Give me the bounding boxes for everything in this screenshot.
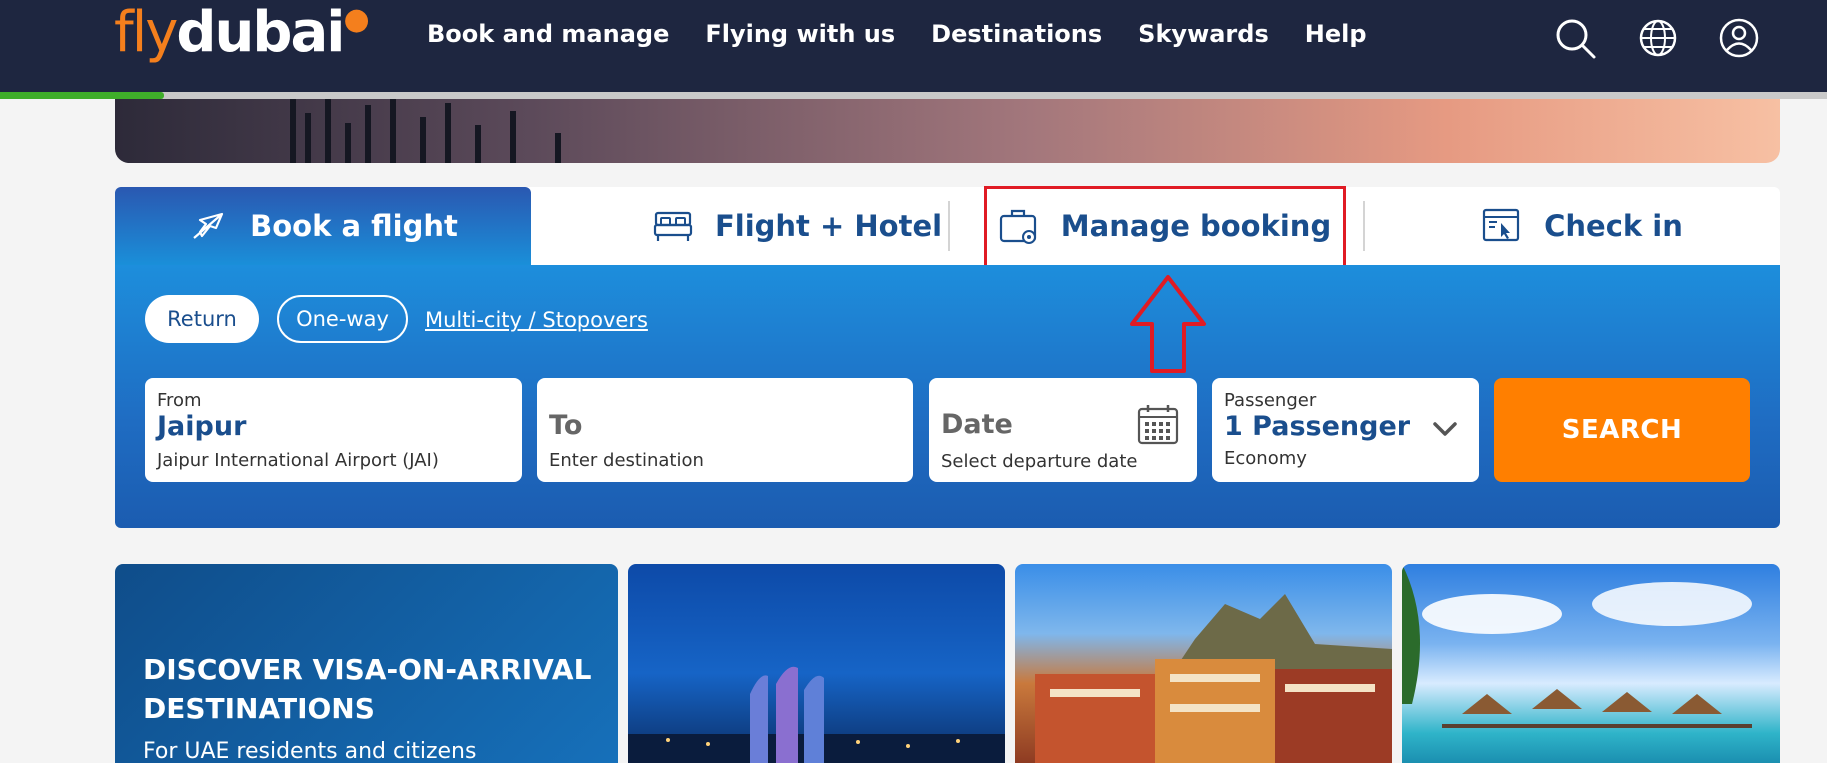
hero-building <box>325 99 331 163</box>
from-value: Jaipur <box>157 411 247 442</box>
hero-building <box>290 99 296 163</box>
logo-dot: ● <box>343 2 369 37</box>
nav-help[interactable]: Help <box>1305 20 1367 48</box>
hero-building <box>475 125 481 163</box>
booking-panel: Return One-way Multi-city / Stopovers Fr… <box>115 265 1780 528</box>
tab-check-in[interactable]: Check in <box>1385 187 1780 265</box>
booking-tabs: Book a flight Flight + Hotel Manage book… <box>115 187 1780 265</box>
chevron-down-icon[interactable] <box>1432 420 1458 438</box>
hero-building <box>420 117 426 163</box>
one-way-toggle[interactable]: One-way <box>277 295 408 343</box>
date-placeholder: Select departure date <box>941 451 1138 472</box>
hero-building <box>305 113 311 163</box>
promo-subtitle: For UAE residents and citizens <box>143 739 477 763</box>
cabin-class: Economy <box>1224 448 1307 469</box>
logo-fly-text: fly <box>114 0 178 65</box>
search-button[interactable]: SEARCH <box>1494 378 1750 482</box>
hero-building <box>390 99 396 163</box>
hero-building <box>365 105 371 163</box>
plane-icon <box>193 212 224 239</box>
promo-card-visa[interactable]: DISCOVER VISA-ON-ARRIVAL DESTINATIONS Fo… <box>115 564 618 763</box>
to-placeholder: Enter destination <box>549 450 704 471</box>
flydubai-logo[interactable]: flydubai● <box>114 0 370 70</box>
nav-book-and-manage[interactable]: Book and manage <box>427 20 669 48</box>
search-icon[interactable] <box>1552 15 1598 61</box>
promo-title: DISCOVER VISA-ON-ARRIVAL DESTINATIONS <box>143 653 592 725</box>
date-field[interactable]: Date Select departure date <box>929 378 1197 482</box>
to-label: To <box>549 410 583 441</box>
passenger-label: Passenger <box>1224 390 1317 411</box>
tab-label: Check in <box>1544 209 1683 243</box>
highlight-box <box>984 186 1346 268</box>
logo-dubai-text: dubai <box>176 0 345 65</box>
multi-city-link[interactable]: Multi-city / Stopovers <box>425 308 648 332</box>
arrow-up-icon <box>1130 275 1206 373</box>
hero-building <box>345 123 351 163</box>
browser-cursor-icon <box>1483 208 1520 242</box>
promo-card-tbilisi[interactable] <box>1015 564 1392 763</box>
tab-book-a-flight[interactable]: Book a flight <box>115 187 531 265</box>
globe-icon[interactable] <box>1635 15 1681 61</box>
promo-image <box>1035 594 1392 763</box>
from-label: From <box>157 390 202 411</box>
promo-image <box>1402 564 1752 728</box>
tab-divider <box>948 201 950 251</box>
hero-building <box>445 103 451 163</box>
site-header: flydubai● Book and manage Flying with us… <box>0 0 1827 92</box>
tab-label: Book a flight <box>250 209 458 243</box>
promo-card-baku[interactable] <box>628 564 1005 763</box>
page-load-progress <box>0 92 1827 99</box>
nav-flying-with-us[interactable]: Flying with us <box>705 20 895 48</box>
page-load-progress-fill <box>0 92 165 99</box>
hero-building <box>555 133 561 163</box>
calendar-icon[interactable] <box>1136 403 1180 447</box>
promo-card-maldives[interactable] <box>1402 564 1780 763</box>
return-toggle[interactable]: Return <box>145 295 259 343</box>
passenger-value: 1 Passenger <box>1224 411 1411 442</box>
to-field[interactable]: To Enter destination <box>537 378 913 482</box>
passenger-field[interactable]: Passenger 1 Passenger Economy <box>1212 378 1479 482</box>
from-airport: Jaipur International Airport (JAI) <box>157 450 439 471</box>
bed-icon <box>653 211 693 241</box>
tab-label: Flight + Hotel <box>714 209 943 243</box>
nav-destinations[interactable]: Destinations <box>931 20 1102 48</box>
hero-banner <box>115 99 1780 163</box>
from-field[interactable]: From Jaipur Jaipur International Airport… <box>145 378 522 482</box>
promo-image <box>628 666 1005 763</box>
tab-divider <box>1363 201 1365 251</box>
hero-building <box>510 111 516 163</box>
nav-skywards[interactable]: Skywards <box>1138 20 1269 48</box>
date-label: Date <box>941 409 1013 440</box>
user-icon[interactable] <box>1716 15 1762 61</box>
main-nav: Book and manage Flying with us Destinati… <box>427 20 1367 48</box>
